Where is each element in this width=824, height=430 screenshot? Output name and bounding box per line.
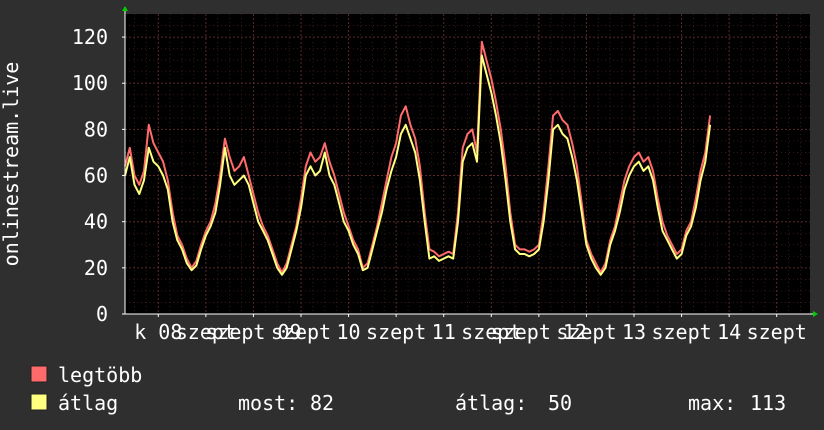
x-tick-label: 14 [717,320,741,344]
x-tick-label: szept [271,320,331,344]
x-tick-label: 10 [337,320,361,344]
stat-max-value: 113 [750,391,786,415]
y-tick-label: 40 [84,210,108,234]
legend-label-max: legtöbb [58,363,142,387]
legend-swatch-max [30,365,48,383]
y-tick-label: 100 [72,71,108,95]
x-tick-label: 13 [622,320,646,344]
x-tick-label: 11 [432,320,456,344]
stat-now-label: most: [238,391,298,415]
chart: 020406080100120 k 08szeptszept 09szept 10… [0,6,818,415]
stat-now-value: 82 [310,391,334,415]
x-tick-label: szept [651,320,711,344]
legend-label-avg: átlag [58,391,118,415]
legend-swatch-avg [30,393,48,411]
x-axis-arrow [813,311,818,317]
y-tick-label: 120 [72,25,108,49]
y-axis-label: onlinestream.live [0,62,23,267]
x-tick-label: szept [556,320,616,344]
y-axis-arrow [122,6,128,11]
y-tick-label: 20 [84,256,108,280]
stat-avg-value: 50 [548,391,572,415]
x-tick-label: szept [366,320,426,344]
x-tick-label: szept [747,320,807,344]
y-tick-label: 0 [96,302,108,326]
y-tick-label: 60 [84,164,108,188]
stat-avg-label: átlag: [455,391,527,415]
y-tick-labels: 0 20 40 60 80 100 120 [72,25,108,326]
y-tick-label: 80 [84,117,108,141]
stat-max-label: max: [688,391,736,415]
x-tick-labels: k 08szeptszept 09szept 10 szept 11 szeptszep… [134,320,807,344]
